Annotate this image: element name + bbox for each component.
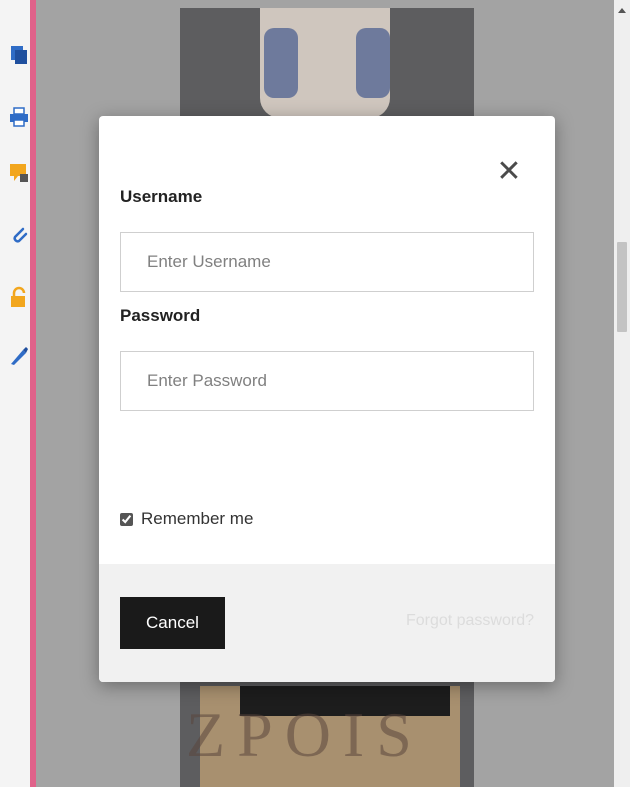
cancel-button[interactable]: Cancel — [120, 597, 225, 649]
vertical-scrollbar[interactable] — [614, 0, 630, 787]
remember-me-row: Remember me — [120, 508, 253, 530]
signature-icon[interactable] — [8, 344, 30, 366]
password-input[interactable] — [120, 351, 534, 411]
scroll-up-arrow-icon[interactable] — [618, 8, 626, 13]
printer-icon[interactable] — [8, 106, 30, 128]
scroll-thumb[interactable] — [617, 242, 627, 332]
lock-icon[interactable] — [8, 286, 30, 308]
password-label: Password — [120, 306, 201, 325]
blouse-sleeve-left — [264, 28, 298, 98]
blouse-sleeve-right — [356, 28, 390, 98]
pages-icon[interactable] — [8, 44, 30, 66]
username-label: Username — [120, 187, 203, 206]
close-icon[interactable]: ✕ — [495, 157, 523, 187]
username-input[interactable] — [120, 232, 534, 292]
brand-watermark: ZPOIS — [186, 699, 424, 770]
remember-me-checkbox[interactable] — [120, 512, 133, 526]
attachment-icon[interactable] — [8, 224, 30, 246]
forgot-password-link[interactable]: Forgot password? — [406, 612, 534, 630]
tool-sidebar — [0, 0, 32, 787]
comment-icon[interactable] — [8, 162, 30, 184]
login-modal: ✕ Username Password Remember me Cancel F… — [99, 116, 555, 682]
modal-footer: Cancel Forgot password? — [99, 564, 555, 682]
remember-me-label: Remember me — [141, 509, 254, 528]
